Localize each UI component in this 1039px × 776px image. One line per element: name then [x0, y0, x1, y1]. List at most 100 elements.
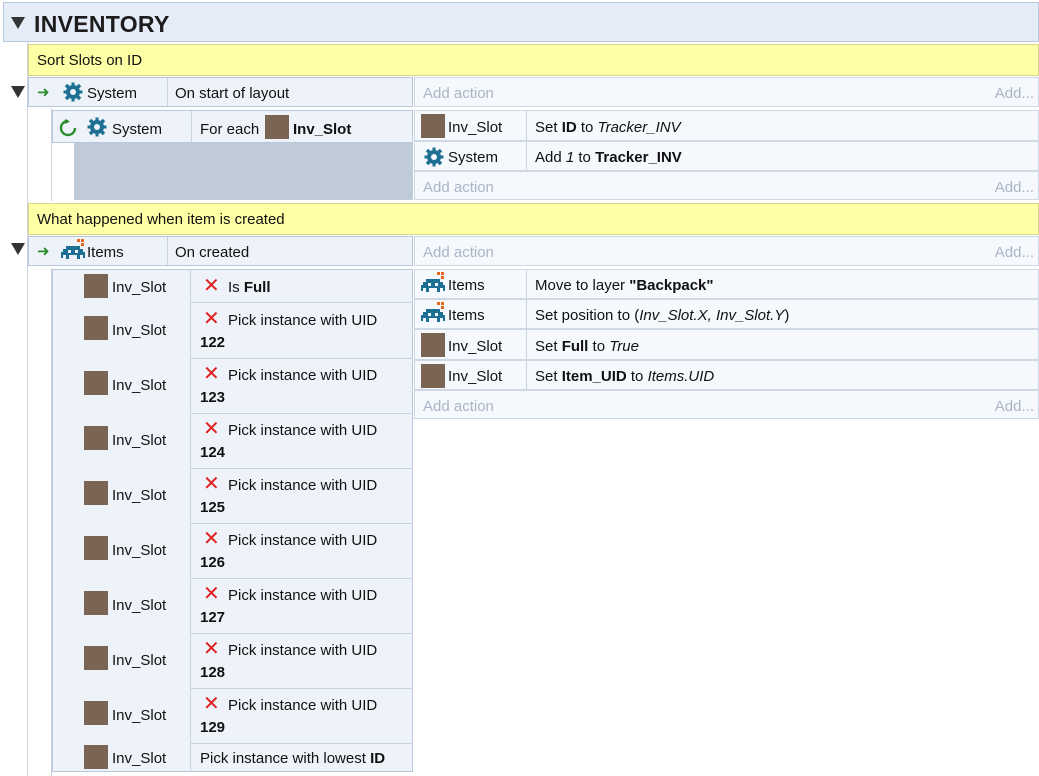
add-more-link[interactable]: Add...: [995, 244, 1034, 261]
inv-slot-sprite-icon: [84, 701, 108, 725]
condition-object: Inv_Slot: [112, 432, 167, 449]
condition-text: Pick instance with UID: [228, 422, 378, 439]
condition-text: Pick instance with UID: [228, 532, 378, 549]
group-title: INVENTORY: [34, 11, 170, 37]
condition-object: Inv_Slot: [112, 377, 167, 394]
add-action-row[interactable]: Add action Add...: [414, 390, 1039, 419]
condition-text: On start of layout: [175, 85, 290, 102]
action-row[interactable]: System Add 1 to Tracker_INV: [414, 141, 1039, 171]
condition-object: Inv_Slot: [112, 542, 167, 559]
condition-object: System: [112, 121, 163, 138]
invert-x-icon: ✕: [203, 528, 220, 550]
action-row[interactable]: Items Move to layer "Backpack": [414, 269, 1039, 299]
condition-pick-uid[interactable]: Inv_Slot ✕ Pick instance with UID 123: [52, 358, 413, 413]
items-invader-icon: [421, 302, 445, 322]
group-header[interactable]: INVENTORY: [3, 2, 1039, 42]
action-row[interactable]: Inv_Slot Set ID to Tracker_INV: [414, 110, 1039, 141]
comment-sort-slots[interactable]: Sort Slots on ID: [28, 44, 1039, 76]
condition-text: Pick instance with UID: [228, 697, 378, 714]
invert-x-icon: ✕: [203, 363, 220, 385]
system-gear-icon: [63, 82, 83, 102]
event-condition-row[interactable]: ➜ System On start of layout: [28, 77, 413, 107]
action-text: Add 1 to Tracker_INV: [535, 149, 682, 166]
condition-pick-uid[interactable]: Inv_Slot ✕ Pick instance with UID 128: [52, 633, 413, 688]
action-object: Inv_Slot: [448, 338, 503, 355]
add-more-link[interactable]: Add...: [995, 179, 1034, 196]
condition-pick-uid[interactable]: Inv_Slot ✕ Pick instance with UID 129: [52, 688, 413, 743]
comment-item-created[interactable]: What happened when item is created: [28, 203, 1039, 235]
inv-slot-sprite-icon: [84, 316, 108, 340]
condition-uid: 123: [200, 389, 226, 406]
condition-object: Inv_Slot: [112, 707, 167, 724]
add-more-link[interactable]: Add...: [995, 85, 1034, 102]
inv-slot-sprite-icon: [84, 745, 108, 769]
condition-is-full[interactable]: Inv_Slot ✕ Is Full: [52, 270, 413, 302]
condition-uid: 125: [200, 499, 226, 516]
condition-text: For each: [200, 121, 260, 138]
condition-object: Items: [87, 244, 124, 261]
items-invader-icon: [61, 239, 85, 259]
condition-object: Inv_Slot: [112, 322, 167, 339]
condition-pick-uid[interactable]: Inv_Slot ✕ Pick instance with UID 127: [52, 578, 413, 633]
action-object: Inv_Slot: [448, 368, 503, 385]
condition-pick-uid[interactable]: Inv_Slot ✕ Pick instance with UID 125: [52, 468, 413, 523]
add-action-row[interactable]: Add action Add...: [414, 77, 1039, 107]
condition-pick-uid[interactable]: Inv_Slot ✕ Pick instance with UID 126: [52, 523, 413, 578]
comment-text: Sort Slots on ID: [37, 52, 143, 69]
condition-text: On created: [175, 244, 250, 261]
condition-uid: 127: [200, 609, 226, 626]
inv-slot-sprite-icon: [84, 536, 108, 560]
inv-slot-sprite-icon: [421, 333, 445, 357]
condition-text: Is Full: [228, 279, 271, 296]
add-action-row[interactable]: Add action Add...: [414, 236, 1039, 266]
system-gear-icon: [87, 117, 107, 137]
add-more-link[interactable]: Add...: [995, 398, 1034, 415]
condition-text: Pick instance with UID: [228, 367, 378, 384]
add-action-link[interactable]: Add action: [423, 244, 494, 261]
add-action-link[interactable]: Add action: [423, 179, 494, 196]
condition-pick-uid[interactable]: Inv_Slot ✕ Pick instance with UID 124: [52, 413, 413, 468]
inv-slot-sprite-icon: [84, 591, 108, 615]
condition-pick-uid[interactable]: Inv_Slot ✕ Pick instance with UID 122: [52, 303, 413, 358]
action-row[interactable]: Inv_Slot Set Full to True: [414, 329, 1039, 360]
add-action-row[interactable]: Add action Add...: [414, 171, 1039, 200]
event-condition-row[interactable]: ➜ Items On created: [28, 236, 413, 266]
add-action-link[interactable]: Add action: [423, 398, 494, 415]
loop-icon: [59, 119, 77, 137]
trigger-arrow-icon: ➜: [37, 84, 50, 101]
collapse-triangle-icon[interactable]: [11, 86, 25, 98]
gutter-line: [27, 42, 28, 776]
condition-pick-lowest[interactable]: Inv_Slot Pick instance with lowest ID: [52, 743, 413, 772]
condition-object: Inv_Slot: [112, 487, 167, 504]
condition-target: Inv_Slot: [293, 121, 352, 138]
action-text: Set Item_UID to Items.UID: [535, 368, 715, 385]
invert-x-icon: ✕: [203, 275, 220, 297]
invert-x-icon: ✕: [203, 418, 220, 440]
add-action-link[interactable]: Add action: [423, 85, 494, 102]
action-text: Move to layer "Backpack": [535, 277, 714, 294]
action-row[interactable]: Inv_Slot Set Item_UID to Items.UID: [414, 360, 1039, 390]
collapse-triangle-icon[interactable]: [11, 17, 25, 29]
action-text: Set ID to Tracker_INV: [535, 119, 681, 136]
condition-uid: 126: [200, 554, 226, 571]
inv-slot-sprite-icon: [84, 426, 108, 450]
invert-x-icon: ✕: [203, 473, 220, 495]
inv-slot-sprite-icon: [421, 114, 445, 138]
condition-uid: 129: [200, 719, 226, 736]
condition-object: Inv_Slot: [112, 750, 167, 767]
sub-event-condition-row[interactable]: System For each Inv_Slot: [52, 110, 413, 143]
collapse-triangle-icon[interactable]: [11, 243, 25, 255]
inv-slot-sprite-icon: [84, 371, 108, 395]
action-text: Set position to (Inv_Slot.X, Inv_Slot.Y): [535, 307, 790, 324]
condition-object: Inv_Slot: [112, 652, 167, 669]
inv-slot-sprite-icon: [84, 274, 108, 298]
action-row[interactable]: Items Set position to (Inv_Slot.X, Inv_S…: [414, 299, 1039, 329]
condition-object: Inv_Slot: [112, 597, 167, 614]
condition-text: Pick instance with UID: [228, 587, 378, 604]
invert-x-icon: ✕: [203, 308, 220, 330]
action-object: Items: [448, 307, 485, 324]
condition-text: Pick instance with UID: [228, 477, 378, 494]
action-object: Inv_Slot: [448, 119, 503, 136]
action-object: System: [448, 149, 499, 166]
trigger-arrow-icon: ➜: [37, 243, 50, 260]
